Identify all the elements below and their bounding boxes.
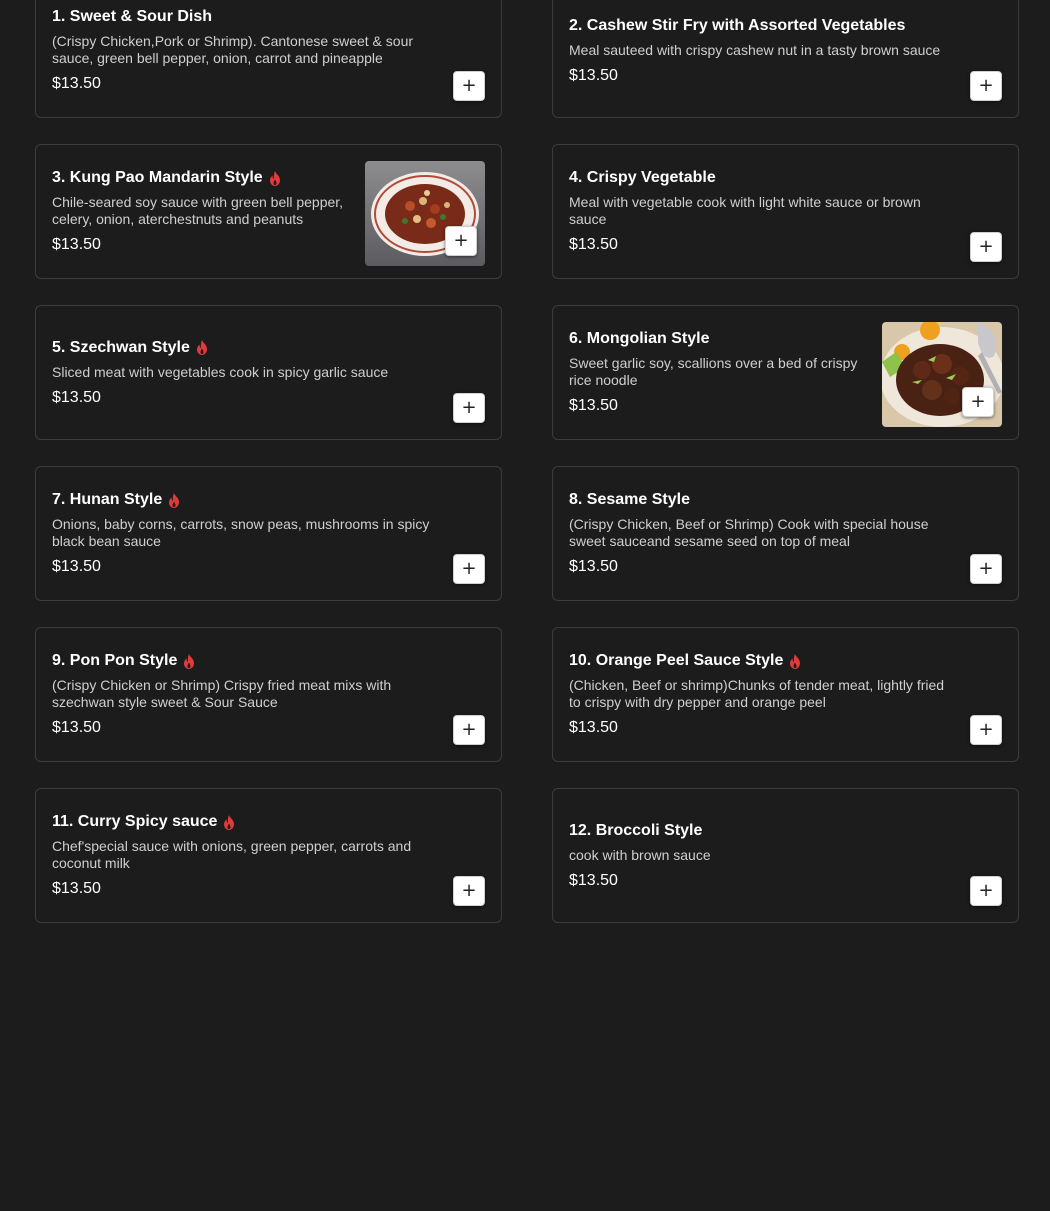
item-description: Meal sauteed with crispy cashew nut in a… [569,41,941,58]
item-description: (Crispy Chicken or Shrimp) Crispy fried … [52,677,392,710]
mongolian-photo[interactable]: + [882,322,1002,427]
item-price: $13.50 [52,75,101,92]
add-item-button[interactable]: + [970,232,1002,262]
menu-item-card[interactable]: 11. Curry Spicy sauce Chef'special sauce… [35,788,502,923]
spicy-flame-icon [169,492,180,508]
add-item-button[interactable]: + [970,554,1002,584]
item-title: 6. Mongolian Style [569,330,710,347]
item-title: 9. Pon Pon Style [52,651,441,671]
menu-item-card[interactable]: 8. Sesame Style (Crispy Chicken, Beef or… [552,466,1019,601]
menu-item-card[interactable]: 9. Pon Pon Style (Crispy Chicken or Shri… [35,627,502,762]
menu-item-card[interactable]: 7. Hunan Style Onions, baby corns, carro… [35,466,502,601]
item-description: (Crispy Chicken, Beef or Shrimp) Cook wi… [569,516,929,549]
menu-item-card[interactable]: 6. Mongolian Style Sweet garlic soy, sca… [552,305,1019,440]
item-title: 7. Hunan Style [52,490,441,510]
item-description: (Chicken, Beef or shrimp)Chunks of tende… [569,677,945,710]
spicy-flame-icon [184,653,195,669]
item-description: Chile-seared soy sauce with green bell p… [52,194,344,227]
item-description: Sliced meat with vegetables cook in spic… [52,363,389,380]
menu-item-card[interactable]: 10. Orange Peel Sauce Style (Chicken, Be… [552,627,1019,762]
menu-item-card[interactable]: 12. Broccoli Style cook with brown sauce… [552,788,1019,923]
item-description: Chef'special sauce with onions, green pe… [52,838,412,871]
item-title: 10. Orange Peel Sauce Style [569,651,958,671]
spicy-flame-icon [790,653,801,669]
item-price: $13.50 [569,66,618,84]
spicy-flame-icon [269,170,280,186]
item-description: Meal with vegetable cook with light whit… [569,194,921,227]
item-description: cook with brown sauce [569,846,711,863]
item-price: $13.50 [52,880,101,897]
menu-item-card[interactable]: 5. Szechwan Style Sliced meat with veget… [35,305,502,440]
item-price: $13.50 [569,871,618,889]
menu-grid: 1. Sweet & Sour Dish (Crispy Chicken,Por… [0,0,1050,1211]
spicy-flame-icon [224,814,235,830]
add-item-button[interactable]: + [962,387,994,417]
add-item-button[interactable]: + [970,71,1002,101]
menu-item-card[interactable]: 1. Sweet & Sour Dish (Crispy Chicken,Por… [35,0,502,118]
add-item-button[interactable]: + [445,226,477,256]
item-price: $13.50 [52,388,101,406]
add-item-button[interactable]: + [970,715,1002,745]
add-item-button[interactable]: + [453,876,485,906]
item-title: 11. Curry Spicy sauce [52,812,441,832]
item-description: Sweet garlic soy, scallions over a bed o… [569,355,858,388]
menu-item-card[interactable]: 2. Cashew Stir Fry with Assorted Vegetab… [552,0,1019,118]
item-price: $13.50 [52,719,101,736]
add-item-button[interactable]: + [453,715,485,745]
add-item-button[interactable]: + [453,393,485,423]
kung-pao-photo[interactable]: + [365,161,485,266]
add-item-button[interactable]: + [453,554,485,584]
item-price: $13.50 [569,719,618,736]
item-price: $13.50 [569,558,618,575]
item-title: 12. Broccoli Style [569,821,703,839]
menu-item-card[interactable]: 3. Kung Pao Mandarin Style Chile-seared … [35,144,502,279]
item-title: 2. Cashew Stir Fry with Assorted Vegetab… [569,16,906,34]
item-price: $13.50 [569,397,618,414]
item-price: $13.50 [52,236,101,253]
spicy-flame-icon [196,340,207,355]
item-title: 5. Szechwan Style [52,338,441,358]
item-price: $13.50 [569,236,618,253]
item-description: Onions, baby corns, carrots, snow peas, … [52,516,430,549]
item-title: 1. Sweet & Sour Dish [52,8,213,25]
add-item-button[interactable]: + [970,876,1002,906]
item-title: 3. Kung Pao Mandarin Style [52,168,366,188]
item-title: 8. Sesame Style [569,491,690,508]
item-description: (Crispy Chicken,Pork or Shrimp). Cantone… [52,33,414,66]
item-title: 4. Crispy Vegetable [569,169,716,186]
item-price: $13.50 [52,558,101,575]
add-item-button[interactable]: + [453,71,485,101]
menu-item-card[interactable]: 4. Crispy Vegetable Meal with vegetable … [552,144,1019,279]
